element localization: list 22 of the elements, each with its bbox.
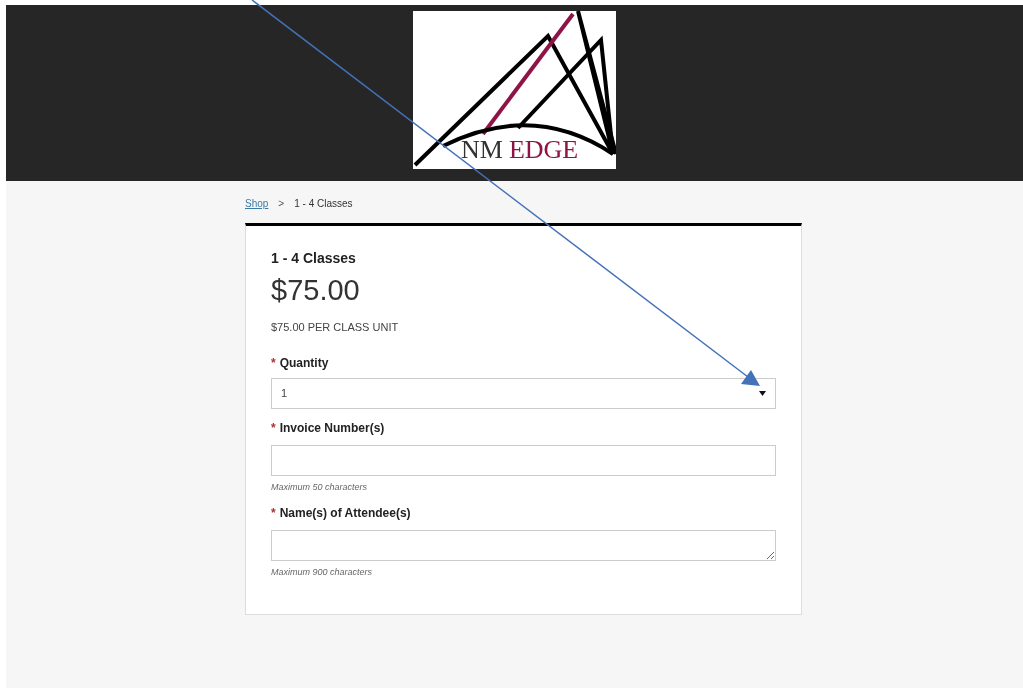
breadcrumb-current: 1 - 4 Classes bbox=[294, 196, 353, 211]
field-label: Invoice Number(s) bbox=[279, 419, 385, 437]
logo-mark-icon bbox=[413, 11, 616, 169]
quantity-select[interactable]: 1 bbox=[271, 377, 776, 409]
logo-text: NM bbox=[461, 137, 503, 163]
field-hint: Maximum 50 characters bbox=[271, 480, 369, 494]
text-area[interactable] bbox=[271, 530, 776, 561]
logo[interactable]: NM EDGE bbox=[413, 11, 616, 169]
required-mark: * bbox=[271, 354, 276, 372]
product-title: 1 - 4 Classes bbox=[271, 249, 357, 268]
field-hint: Maximum 900 characters bbox=[271, 566, 374, 579]
required-mark: * bbox=[271, 505, 276, 522]
breadcrumb-separator: > bbox=[278, 196, 285, 211]
breadcrumb-link[interactable]: Shop bbox=[245, 195, 269, 211]
caret-icon bbox=[759, 390, 766, 396]
product-price: $75.00 bbox=[271, 273, 361, 308]
unit-price: $75.00 PER CLASS UNIT bbox=[271, 320, 400, 335]
logo-text: EDGE bbox=[508, 137, 579, 163]
field-label: Name(s) of Attendee(s) bbox=[279, 505, 411, 522]
field-label: Quantity bbox=[279, 354, 329, 372]
required-mark: * bbox=[271, 419, 276, 437]
input-field[interactable] bbox=[271, 444, 776, 476]
